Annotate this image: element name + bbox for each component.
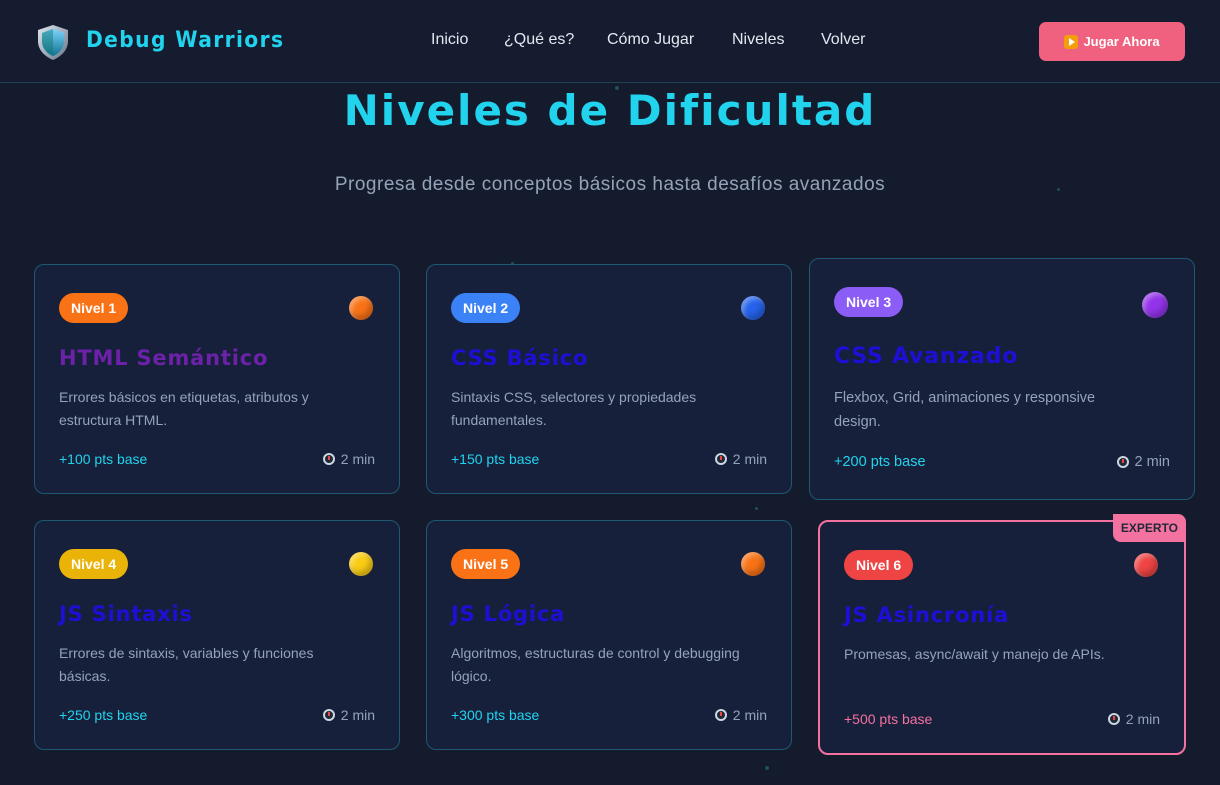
stopwatch-icon xyxy=(322,453,335,465)
level-badge: Nivel 4 xyxy=(59,549,129,579)
level-points: +150 pts base xyxy=(451,451,540,467)
yellow-circle-icon xyxy=(349,552,373,576)
level-title: JS Asincronía xyxy=(844,603,1010,627)
background-star xyxy=(755,507,758,510)
level-title: HTML Semántico xyxy=(59,346,269,370)
level-time: 2 min xyxy=(1116,454,1170,470)
shield-icon xyxy=(38,25,68,60)
play-icon xyxy=(1064,34,1079,49)
level-points: +100 pts base xyxy=(59,451,148,467)
level-title: CSS Avanzado xyxy=(834,344,1019,369)
expert-tag: EXPERTO xyxy=(1112,514,1186,542)
level-title: JS Sintaxis xyxy=(59,602,193,626)
level-description: Flexbox, Grid, animaciones y responsive … xyxy=(834,390,1096,430)
background-star xyxy=(765,766,769,770)
stopwatch-icon xyxy=(1116,456,1129,468)
level-time: 2 min xyxy=(714,707,767,723)
level-description: Algoritmos, estructuras de control y deb… xyxy=(451,645,740,684)
level-points: +300 pts base xyxy=(451,707,540,723)
level-description: Promesas, async/await y manejo de APIs. xyxy=(844,646,1105,662)
level-badge: Nivel 5 xyxy=(451,549,521,579)
level-card-5[interactable]: Nivel 5 JS Lógica Algoritmos, estructura… xyxy=(426,520,792,750)
purple-circle-icon xyxy=(1142,292,1168,318)
level-time: 2 min xyxy=(322,451,375,467)
level-title: CSS Básico xyxy=(451,346,589,370)
level-time-label: 2 min xyxy=(340,451,375,467)
level-badge: Nivel 3 xyxy=(834,287,904,317)
play-now-label: Jugar Ahora xyxy=(1083,34,1160,49)
level-time: 2 min xyxy=(1107,711,1160,727)
level-badge: Nivel 2 xyxy=(451,293,521,323)
level-title: JS Lógica xyxy=(451,602,566,626)
level-description: Errores básicos en etiquetas, atributos … xyxy=(59,389,309,428)
level-time-label: 2 min xyxy=(340,707,375,723)
level-description: Sintaxis CSS, selectores y propiedades f… xyxy=(451,389,697,428)
level-time-label: 2 min xyxy=(732,451,767,467)
nav-link-volver[interactable]: Volver xyxy=(821,31,865,49)
level-time-label: 2 min xyxy=(732,707,767,723)
level-card-3[interactable]: Nivel 3 CSS Avanzado Flexbox, Grid, anim… xyxy=(809,258,1195,500)
level-points: +250 pts base xyxy=(59,707,148,723)
nav-link-como-jugar[interactable]: Cómo Jugar xyxy=(607,31,694,49)
orange-circle-icon xyxy=(349,296,373,320)
stopwatch-icon xyxy=(714,453,727,465)
brand-name[interactable]: Debug Warriors xyxy=(86,28,284,53)
orange-circle-icon xyxy=(741,552,765,576)
level-card-6[interactable]: EXPERTO Nivel 6 JS Asincronía Promesas, … xyxy=(818,514,1186,755)
stopwatch-icon xyxy=(322,709,335,721)
red-circle-icon xyxy=(1134,553,1158,577)
level-card-1[interactable]: Nivel 1 HTML Semántico Errores básicos e… xyxy=(34,264,400,494)
level-card-4[interactable]: Nivel 4 JS Sintaxis Errores de sintaxis,… xyxy=(34,520,400,750)
level-time: 2 min xyxy=(714,451,767,467)
level-time: 2 min xyxy=(322,707,375,723)
top-navbar: Debug Warriors Inicio ¿Qué es? Cómo Juga… xyxy=(0,0,1220,83)
nav-link-que-es[interactable]: ¿Qué es? xyxy=(504,31,574,49)
level-badge: Nivel 1 xyxy=(59,293,129,323)
level-time-label: 2 min xyxy=(1134,454,1170,470)
level-description: Errores de sintaxis, variables y funcion… xyxy=(59,645,314,684)
page-subtitle: Progresa desde conceptos básicos hasta d… xyxy=(334,174,886,195)
level-points: +500 pts base xyxy=(844,711,933,727)
page-title: Niveles de Dificultad xyxy=(343,86,877,135)
blue-circle-icon xyxy=(741,296,765,320)
nav-link-niveles[interactable]: Niveles xyxy=(732,31,784,49)
play-now-button[interactable]: Jugar Ahora xyxy=(1039,22,1185,61)
level-card-2[interactable]: Nivel 2 CSS Básico Sintaxis CSS, selecto… xyxy=(426,264,792,494)
level-points: +200 pts base xyxy=(834,454,926,470)
stopwatch-icon xyxy=(714,709,727,721)
stopwatch-icon xyxy=(1107,713,1120,725)
nav-link-inicio[interactable]: Inicio xyxy=(431,31,468,49)
level-badge: Nivel 6 xyxy=(844,550,914,580)
level-time-label: 2 min xyxy=(1125,711,1160,727)
